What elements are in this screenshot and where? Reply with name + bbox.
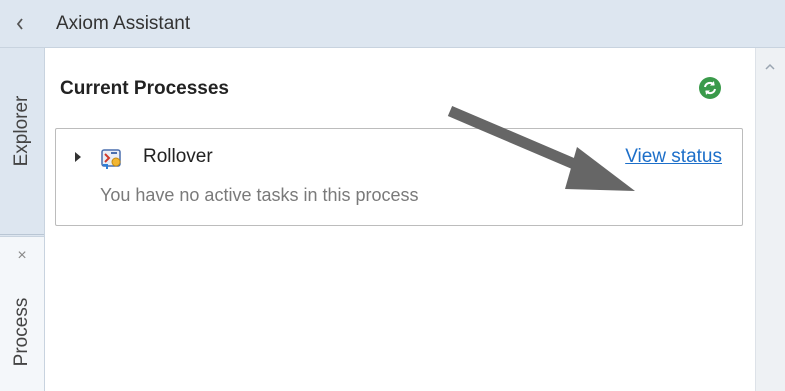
chevron-left-icon xyxy=(16,18,23,30)
tab-explorer[interactable]: Explorer xyxy=(0,48,44,235)
refresh-icon[interactable] xyxy=(698,76,722,100)
vertical-tab-strip: Explorer × Process xyxy=(0,48,45,391)
process-description: You have no active tasks in this process xyxy=(100,185,419,205)
view-status-link[interactable]: View status xyxy=(625,146,722,168)
header-bar: Axiom Assistant xyxy=(0,0,785,48)
expand-triangle-icon[interactable] xyxy=(73,151,83,163)
tab-process[interactable]: × Process xyxy=(0,236,44,391)
app-title: Axiom Assistant xyxy=(56,13,191,34)
main-panel: Current Processes Rollover View status Y… xyxy=(45,48,755,391)
axiom-assistant-window: Axiom Assistant Explorer × Process Curre… xyxy=(0,0,785,391)
process-name: Rollover xyxy=(143,146,213,167)
vertical-scrollbar[interactable] xyxy=(755,48,785,391)
process-card: Rollover View status You have no active … xyxy=(55,128,743,226)
close-icon[interactable]: × xyxy=(13,247,31,265)
collapse-button[interactable] xyxy=(10,12,30,36)
process-icon xyxy=(101,149,121,169)
scroll-up-arrow-icon[interactable] xyxy=(763,60,777,74)
section-title: Current Processes xyxy=(60,78,229,99)
tab-process-label: Process xyxy=(11,297,32,367)
tab-explorer-label: Explorer xyxy=(11,95,32,167)
